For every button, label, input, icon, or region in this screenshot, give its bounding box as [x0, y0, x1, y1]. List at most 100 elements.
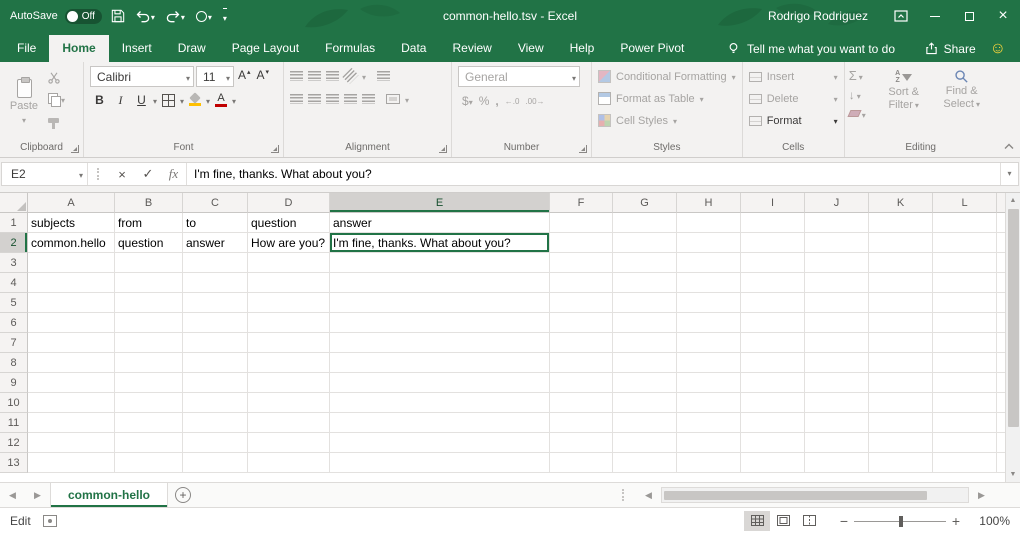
- cell-E13[interactable]: [330, 453, 550, 473]
- cell-L3[interactable]: [933, 253, 997, 273]
- cell-E10[interactable]: [330, 393, 550, 413]
- cell-E5[interactable]: [330, 293, 550, 313]
- cell-A6[interactable]: [28, 313, 115, 333]
- cell-K6[interactable]: [869, 313, 933, 333]
- cell-H9[interactable]: [677, 373, 741, 393]
- cell-K8[interactable]: [869, 353, 933, 373]
- row-header-9[interactable]: 9: [0, 373, 28, 393]
- cell-A10[interactable]: [28, 393, 115, 413]
- copy-button[interactable]: [48, 91, 65, 107]
- column-header-G[interactable]: G: [613, 193, 677, 213]
- row-header-6[interactable]: 6: [0, 313, 28, 333]
- cell-B5[interactable]: [115, 293, 183, 313]
- column-header-K[interactable]: K: [869, 193, 933, 213]
- borders-button[interactable]: [159, 90, 178, 110]
- cell-L10[interactable]: [933, 393, 997, 413]
- cell-G7[interactable]: [613, 333, 677, 353]
- cell-F7[interactable]: [550, 333, 613, 353]
- cell-A4[interactable]: [28, 273, 115, 293]
- cell-L6[interactable]: [933, 313, 997, 333]
- font-name-combo[interactable]: Calibri: [90, 66, 194, 87]
- cell-F10[interactable]: [550, 393, 613, 413]
- tab-formulas[interactable]: Formulas: [312, 35, 388, 62]
- autosave-toggle[interactable]: Off: [65, 9, 102, 24]
- column-header-F[interactable]: F: [550, 193, 613, 213]
- cell-D3[interactable]: [248, 253, 330, 273]
- cell-J5[interactable]: [805, 293, 869, 313]
- align-center-icon[interactable]: [308, 94, 321, 104]
- cell-C6[interactable]: [183, 313, 248, 333]
- cell-J8[interactable]: [805, 353, 869, 373]
- column-header-I[interactable]: I: [741, 193, 805, 213]
- font-color-button[interactable]: A: [212, 90, 230, 110]
- underline-options-chevron-icon[interactable]: [153, 93, 157, 107]
- cell-F3[interactable]: [550, 253, 613, 273]
- cell-J9[interactable]: [805, 373, 869, 393]
- cell-J11[interactable]: [805, 413, 869, 433]
- cell-E4[interactable]: [330, 273, 550, 293]
- scroll-down-button[interactable]: [1006, 467, 1020, 482]
- tab-view[interactable]: View: [505, 35, 557, 62]
- cell-F12[interactable]: [550, 433, 613, 453]
- row-header-10[interactable]: 10: [0, 393, 28, 413]
- cell-K7[interactable]: [869, 333, 933, 353]
- cut-button[interactable]: [48, 70, 65, 86]
- row-header-13[interactable]: 13: [0, 453, 28, 473]
- cell-B12[interactable]: [115, 433, 183, 453]
- cell-B13[interactable]: [115, 453, 183, 473]
- save-button[interactable]: [109, 9, 127, 23]
- name-box[interactable]: E2: [2, 163, 88, 185]
- formula-bar-expand-button[interactable]: [1000, 163, 1018, 185]
- align-bottom-icon[interactable]: [326, 71, 339, 81]
- cell-K12[interactable]: [869, 433, 933, 453]
- paste-button[interactable]: Paste: [2, 65, 46, 140]
- cell-A8[interactable]: [28, 353, 115, 373]
- row-header-5[interactable]: 5: [0, 293, 28, 313]
- hscroll-left-button[interactable]: [636, 483, 661, 507]
- format-cells-button[interactable]: Format: [749, 111, 838, 130]
- cell-D10[interactable]: [248, 393, 330, 413]
- cell-F2[interactable]: [550, 233, 613, 253]
- cell-H12[interactable]: [677, 433, 741, 453]
- cell-F11[interactable]: [550, 413, 613, 433]
- cell-H4[interactable]: [677, 273, 741, 293]
- cell-L9[interactable]: [933, 373, 997, 393]
- column-header-D[interactable]: D: [248, 193, 330, 213]
- format-as-table-button[interactable]: Format as Table: [598, 89, 736, 108]
- column-header-A[interactable]: A: [28, 193, 115, 213]
- cell-J1[interactable]: [805, 213, 869, 233]
- fill-button[interactable]: ↓: [849, 86, 861, 103]
- italic-button[interactable]: I: [111, 90, 130, 110]
- alignment-dialog-launcher-icon[interactable]: [439, 145, 447, 153]
- align-middle-icon[interactable]: [308, 71, 321, 81]
- cell-D1[interactable]: question: [248, 213, 330, 233]
- clear-button[interactable]: [849, 105, 866, 122]
- cell-B2[interactable]: question: [115, 233, 183, 253]
- number-format-combo[interactable]: General: [458, 66, 580, 87]
- cell-B11[interactable]: [115, 413, 183, 433]
- cell-styles-button[interactable]: Cell Styles: [598, 111, 736, 130]
- merge-center-chevron-icon[interactable]: [405, 92, 409, 106]
- cell-B10[interactable]: [115, 393, 183, 413]
- cell-F1[interactable]: [550, 213, 613, 233]
- cell-I5[interactable]: [741, 293, 805, 313]
- insert-function-button[interactable]: fx: [161, 163, 187, 185]
- font-size-combo[interactable]: 11: [196, 66, 234, 87]
- zoom-percentage[interactable]: 100%: [972, 514, 1010, 528]
- column-header-C[interactable]: C: [183, 193, 248, 213]
- clipboard-dialog-launcher-icon[interactable]: [71, 145, 79, 153]
- underline-button[interactable]: U: [132, 90, 151, 110]
- cell-G11[interactable]: [613, 413, 677, 433]
- cell-A9[interactable]: [28, 373, 115, 393]
- tab-insert[interactable]: Insert: [109, 35, 165, 62]
- cell-B8[interactable]: [115, 353, 183, 373]
- cell-B3[interactable]: [115, 253, 183, 273]
- cell-E3[interactable]: [330, 253, 550, 273]
- cell-G9[interactable]: [613, 373, 677, 393]
- number-dialog-launcher-icon[interactable]: [579, 145, 587, 153]
- cell-E7[interactable]: [330, 333, 550, 353]
- cell-K5[interactable]: [869, 293, 933, 313]
- bold-button[interactable]: B: [90, 90, 109, 110]
- cell-I11[interactable]: [741, 413, 805, 433]
- row-header-7[interactable]: 7: [0, 333, 28, 353]
